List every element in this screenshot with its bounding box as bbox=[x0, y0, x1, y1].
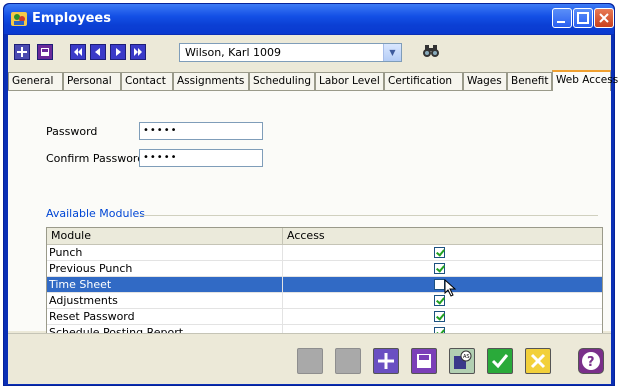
tab-personal[interactable]: Personal bbox=[63, 72, 121, 90]
table-row[interactable]: Previous Punch bbox=[47, 261, 602, 277]
module-cell: Reset Password bbox=[47, 309, 283, 324]
employee-select[interactable]: Wilson, Karl 1009 ▼ bbox=[179, 43, 402, 62]
svg-text:?: ? bbox=[587, 355, 595, 370]
tab-wages[interactable]: Wages bbox=[463, 72, 507, 90]
confirm-password-label: Confirm Password bbox=[46, 152, 145, 165]
previous-record-button[interactable] bbox=[90, 44, 106, 60]
add-record-button[interactable] bbox=[14, 44, 30, 60]
first-record-button[interactable] bbox=[70, 44, 86, 60]
tab-strip: General Personal Contact Assignments Sch… bbox=[8, 70, 618, 91]
title-bar[interactable]: Employees bbox=[4, 4, 614, 34]
access-checkbox[interactable] bbox=[434, 311, 445, 322]
password-field[interactable]: ••••• bbox=[139, 122, 263, 140]
tab-certification[interactable]: Certification bbox=[384, 72, 463, 90]
confirm-password-field[interactable]: ••••• bbox=[139, 149, 263, 167]
save-record-button[interactable] bbox=[37, 44, 53, 60]
next-record-button[interactable] bbox=[110, 44, 126, 60]
record-toolbar: Wilson, Karl 1009 ▼ bbox=[8, 35, 611, 69]
cancel-button[interactable] bbox=[525, 348, 551, 374]
access-checkbox[interactable] bbox=[434, 263, 445, 274]
add-button[interactable] bbox=[373, 348, 399, 374]
next-record-icon bbox=[116, 48, 121, 56]
cancel-x-icon bbox=[530, 353, 546, 369]
table-row[interactable]: Reset Password bbox=[47, 309, 602, 325]
tab-assignments[interactable]: Assignments bbox=[173, 72, 249, 90]
table-row[interactable]: Punch bbox=[47, 245, 602, 261]
access-checkbox[interactable] bbox=[434, 295, 445, 306]
close-button[interactable] bbox=[594, 8, 614, 28]
window-client-area: Wilson, Karl 1009 ▼ General Personal Con… bbox=[8, 35, 618, 384]
ok-check-icon bbox=[491, 354, 509, 369]
tab-benefit[interactable]: Benefit bbox=[507, 72, 552, 90]
add-icon bbox=[378, 353, 394, 369]
maximize-button[interactable] bbox=[573, 8, 593, 28]
grid-header: Module Access bbox=[47, 228, 602, 245]
tab-scheduling[interactable]: Scheduling bbox=[249, 72, 315, 90]
modules-grid: Module Access Punch Previous Punch Time … bbox=[46, 227, 603, 345]
disabled-button-1 bbox=[297, 348, 323, 374]
tab-web-access[interactable]: Web Access bbox=[552, 70, 618, 91]
save-icon bbox=[417, 354, 431, 368]
tab-contact[interactable]: Contact bbox=[121, 72, 173, 90]
help-icon: ? bbox=[582, 352, 600, 370]
column-header-module[interactable]: Module bbox=[47, 228, 283, 244]
last-record-button[interactable] bbox=[130, 44, 146, 60]
disabled-button-2 bbox=[335, 348, 361, 374]
svg-text:AS: AS bbox=[463, 354, 470, 360]
chevron-down-icon[interactable]: ▼ bbox=[383, 44, 401, 61]
binoculars-icon[interactable] bbox=[422, 43, 440, 59]
group-divider bbox=[140, 215, 598, 216]
previous-record-icon bbox=[95, 48, 100, 56]
password-label: Password bbox=[46, 125, 98, 138]
action-bar: AS ? bbox=[8, 333, 611, 384]
table-row[interactable]: Adjustments bbox=[47, 293, 602, 309]
column-header-access[interactable]: Access bbox=[283, 228, 602, 244]
access-checkbox[interactable] bbox=[434, 247, 445, 258]
web-access-panel: Password ••••• Confirm Password ••••• Av… bbox=[8, 91, 611, 345]
save-as-icon: AS bbox=[454, 350, 472, 369]
employees-window: Employees Wilson, Karl 1009 ▼ General Pe… bbox=[3, 3, 618, 386]
table-row-selected[interactable]: Time Sheet bbox=[47, 277, 602, 297]
available-modules-group-label: Available Modules bbox=[46, 207, 146, 220]
employee-select-value: Wilson, Karl 1009 bbox=[185, 46, 282, 59]
module-cell: Punch bbox=[47, 245, 283, 260]
save-as-button[interactable]: AS bbox=[449, 348, 475, 374]
minimize-button[interactable] bbox=[552, 8, 572, 28]
add-icon bbox=[17, 47, 27, 57]
help-button[interactable]: ? bbox=[578, 348, 604, 374]
last-record-icon bbox=[134, 48, 142, 56]
first-record-icon bbox=[74, 48, 82, 56]
save-icon bbox=[41, 48, 49, 56]
window-title: Employees bbox=[32, 11, 111, 26]
module-cell: Time Sheet bbox=[47, 277, 283, 292]
employees-app-icon bbox=[11, 12, 27, 26]
save-button[interactable] bbox=[411, 348, 437, 374]
module-cell: Adjustments bbox=[47, 293, 283, 308]
tab-general[interactable]: General bbox=[8, 72, 63, 90]
tab-labor-level[interactable]: Labor Level bbox=[315, 72, 384, 90]
ok-button[interactable] bbox=[487, 348, 513, 374]
module-cell: Previous Punch bbox=[47, 261, 283, 276]
